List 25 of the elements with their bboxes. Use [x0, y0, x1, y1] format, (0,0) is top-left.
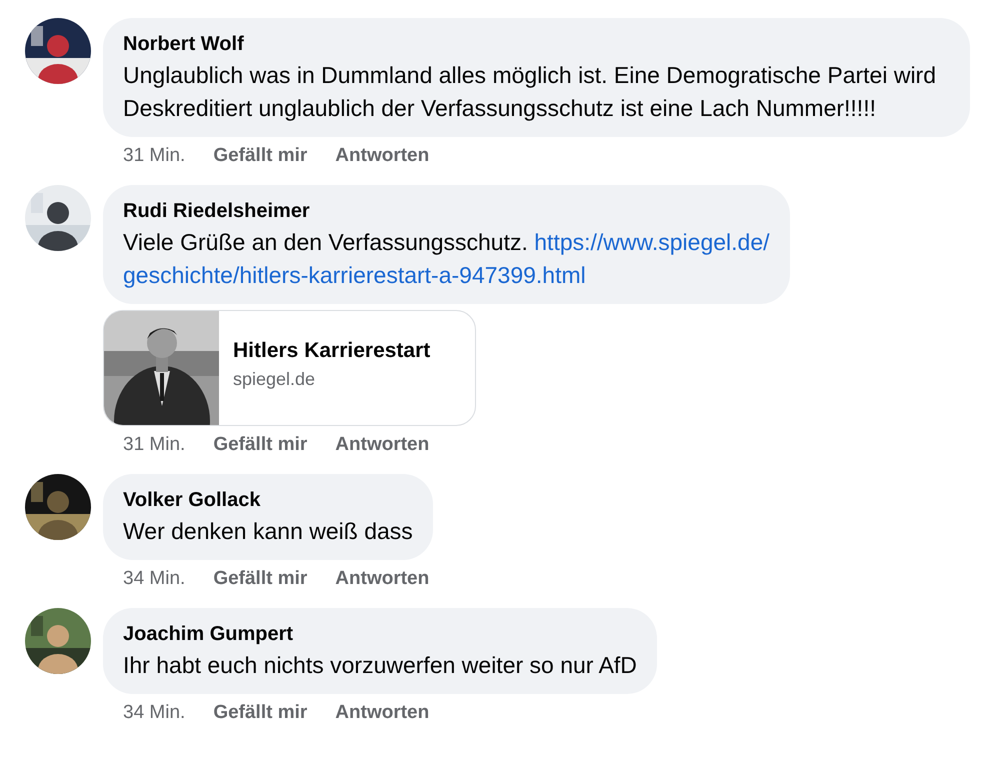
author-name[interactable]: Joachim Gumpert	[123, 621, 637, 647]
timestamp: 31 Min.	[123, 145, 186, 167]
reply-button[interactable]: Antworten	[335, 568, 430, 590]
author-name[interactable]: Rudi Riedelsheimer	[123, 198, 770, 224]
author-name[interactable]: Volker Gollack	[123, 487, 413, 513]
like-button[interactable]: Gefällt mir	[213, 568, 308, 590]
reply-button[interactable]: Antworten	[335, 702, 430, 724]
like-button[interactable]: Gefällt mir	[213, 434, 308, 456]
like-button[interactable]: Gefällt mir	[213, 702, 308, 724]
like-button[interactable]: Gefällt mir	[213, 145, 308, 167]
author-name[interactable]: Norbert Wolf	[123, 31, 950, 57]
preview-title: Hitlers Karrierestart	[233, 339, 430, 363]
reply-button[interactable]: Antworten	[335, 145, 430, 167]
timestamp: 31 Min.	[123, 434, 186, 456]
timestamp: 34 Min.	[123, 702, 186, 724]
reply-button[interactable]: Antworten	[335, 434, 430, 456]
link[interactable]: https://www.spiegel.de/	[534, 229, 770, 255]
preview-domain: spiegel.de	[233, 369, 316, 390]
comment-text: Wer denken kann weiß dass	[123, 517, 413, 546]
link-preview-card[interactable]: Hitlers Karrierestart spiegel.de	[103, 310, 476, 426]
timestamp: 34 Min.	[123, 568, 186, 590]
link[interactable]: geschichte/hitlers-karrierestart-a-947399.html	[123, 262, 586, 288]
comment-text: Unglaublich was in Dummland alles möglich ist. Eine Demogratische Partei wird Deskreditiert unglaublich der Verfassungsschutz ist eine Lach Nummer!!!!!	[123, 61, 938, 123]
comment-text: Viele Grüße an den Verfassungsschutz. https://www.spiegel.de/ geschichte/hitlers-karrierestart-a-947399.html	[123, 228, 770, 290]
comment-text: Ihr habt euch nichts vorzuwerfen weiter so nur AfD	[123, 651, 637, 680]
